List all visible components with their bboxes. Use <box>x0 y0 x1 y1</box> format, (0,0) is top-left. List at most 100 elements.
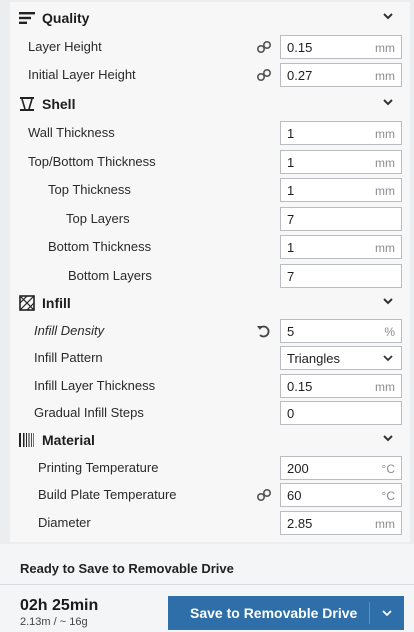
setting-row-layer-height: Layer Height 0.15 mm <box>10 34 410 61</box>
link-chain-icon[interactable] <box>256 40 272 54</box>
initial-layer-height-input[interactable]: 0.27 mm <box>280 63 402 87</box>
save-to-removable-drive-button[interactable]: Save to Removable Drive <box>168 596 404 630</box>
field-value: 0.27 <box>287 68 313 83</box>
reset-undo-icon[interactable] <box>256 324 272 338</box>
setting-row-top-layers: Top Layers 7 <box>10 206 410 233</box>
chevron-down-icon[interactable] <box>382 295 394 307</box>
printing-temperature-input[interactable]: 200 °C <box>280 456 402 480</box>
field-value: 1 <box>287 183 295 198</box>
job-specs-footer: Ready to Save to Removable Drive 02h 25m… <box>0 544 414 632</box>
setting-row-initial-layer-height: Initial Layer Height 0.27 mm <box>10 62 410 89</box>
setting-row-top-bottom-thickness: Top/Bottom Thickness 1 mm <box>10 149 410 176</box>
field-unit: mm <box>375 156 395 170</box>
setting-label: Bottom Layers <box>68 268 152 283</box>
chevron-down-icon[interactable] <box>382 96 394 108</box>
link-chain-icon[interactable] <box>256 488 272 502</box>
field-unit: mm <box>375 69 395 83</box>
shell-icon <box>20 97 34 111</box>
field-value: 0 <box>287 406 295 421</box>
infill-pattern-select[interactable]: Triangles <box>280 346 402 370</box>
field-value: 1 <box>287 155 295 170</box>
top-bottom-thickness-input[interactable]: 1 mm <box>280 150 402 174</box>
setting-row-diameter: Diameter 2.85 mm <box>10 510 410 537</box>
print-time: 02h 25min <box>20 597 99 614</box>
setting-row-infill-layer-thickness: Infill Layer Thickness 0.15 mm <box>10 373 410 400</box>
material-bars-icon <box>19 433 34 447</box>
field-value: 7 <box>287 269 295 284</box>
build-plate-temperature-input[interactable]: 60 °C <box>280 483 402 507</box>
footer-divider <box>0 584 414 585</box>
setting-label: Infill Pattern <box>34 350 103 365</box>
setting-row-bottom-layers: Bottom Layers 7 <box>10 263 410 290</box>
field-unit: mm <box>375 184 395 198</box>
setting-label: Top/Bottom Thickness <box>28 154 156 169</box>
top-layers-input[interactable]: 7 <box>280 207 402 231</box>
infill-layer-thickness-input[interactable]: 0.15 mm <box>280 374 402 398</box>
setting-row-infill-pattern: Infill Pattern Triangles <box>10 345 410 372</box>
save-button-label: Save to Removable Drive <box>190 605 358 621</box>
setting-row-bottom-thickness: Bottom Thickness 1 mm <box>10 234 410 261</box>
setting-label: Top Thickness <box>48 182 131 197</box>
field-value: 1 <box>287 240 295 255</box>
setting-label: Bottom Thickness <box>48 239 152 254</box>
setting-label: Wall Thickness <box>28 125 115 140</box>
section-material-header[interactable]: Material <box>10 426 410 454</box>
link-chain-icon[interactable] <box>256 68 272 82</box>
chevron-down-icon <box>383 355 393 362</box>
setting-label: Initial Layer Height <box>28 67 136 82</box>
print-material-stats: 2.13m / ~ 16g <box>20 616 88 628</box>
infill-grid-icon <box>19 295 35 311</box>
chevron-down-icon[interactable] <box>382 10 394 22</box>
setting-row-infill-density: Infill Density 5 % <box>10 318 410 345</box>
field-value: 7 <box>287 212 295 227</box>
section-infill-header[interactable]: Infill <box>10 289 410 317</box>
section-title: Material <box>42 432 95 448</box>
field-value: 2.85 <box>287 516 313 531</box>
field-unit: mm <box>375 41 395 55</box>
field-unit: % <box>384 325 395 339</box>
diameter-input[interactable]: 2.85 mm <box>280 511 402 535</box>
field-value: Triangles <box>287 351 340 366</box>
button-divider <box>369 602 370 624</box>
section-title: Quality <box>42 10 90 26</box>
setting-label: Layer Height <box>28 39 102 54</box>
setting-label: Printing Temperature <box>38 460 159 475</box>
layer-height-input[interactable]: 0.15 mm <box>280 35 402 59</box>
field-value: 5 <box>287 324 295 339</box>
field-unit: mm <box>375 241 395 255</box>
field-value: 200 <box>287 461 309 476</box>
setting-row-top-thickness: Top Thickness 1 mm <box>10 177 410 204</box>
chevron-down-icon[interactable] <box>382 609 392 617</box>
section-quality-header[interactable]: Quality <box>10 4 410 32</box>
quality-lines-icon <box>19 12 35 24</box>
setting-label: Gradual Infill Steps <box>34 405 144 420</box>
field-unit: °C <box>381 462 395 476</box>
field-value: 1 <box>287 126 295 141</box>
print-settings-panel: Quality Layer Height 0.15 mm Initial Lay… <box>10 2 410 542</box>
setting-label: Diameter <box>38 515 91 530</box>
setting-row-printing-temperature: Printing Temperature 200 °C <box>10 455 410 482</box>
field-unit: mm <box>375 517 395 531</box>
section-title: Infill <box>42 295 71 311</box>
setting-row-build-plate-temperature: Build Plate Temperature 60 °C <box>10 482 410 509</box>
top-thickness-input[interactable]: 1 mm <box>280 178 402 202</box>
field-value: 0.15 <box>287 379 313 394</box>
setting-row-gradual-infill-steps: Gradual Infill Steps 0 <box>10 400 410 427</box>
infill-density-input[interactable]: 5 % <box>280 319 402 343</box>
setting-row-wall-thickness: Wall Thickness 1 mm <box>10 120 410 147</box>
setting-label: Top Layers <box>66 211 130 226</box>
setting-label: Infill Layer Thickness <box>34 378 156 393</box>
output-status-text: Ready to Save to Removable Drive <box>20 561 234 576</box>
setting-label: Infill Density <box>34 323 105 338</box>
field-value: 60 <box>287 488 302 503</box>
section-shell-header[interactable]: Shell <box>10 90 410 118</box>
field-unit: °C <box>381 489 395 503</box>
field-value: 0.15 <box>287 40 313 55</box>
setting-label: Build Plate Temperature <box>38 487 177 502</box>
bottom-layers-input[interactable]: 7 <box>280 264 402 288</box>
wall-thickness-input[interactable]: 1 mm <box>280 121 402 145</box>
bottom-thickness-input[interactable]: 1 mm <box>280 235 402 259</box>
gradual-infill-steps-input[interactable]: 0 <box>280 401 402 425</box>
section-title: Shell <box>42 96 76 112</box>
chevron-down-icon[interactable] <box>382 432 394 444</box>
